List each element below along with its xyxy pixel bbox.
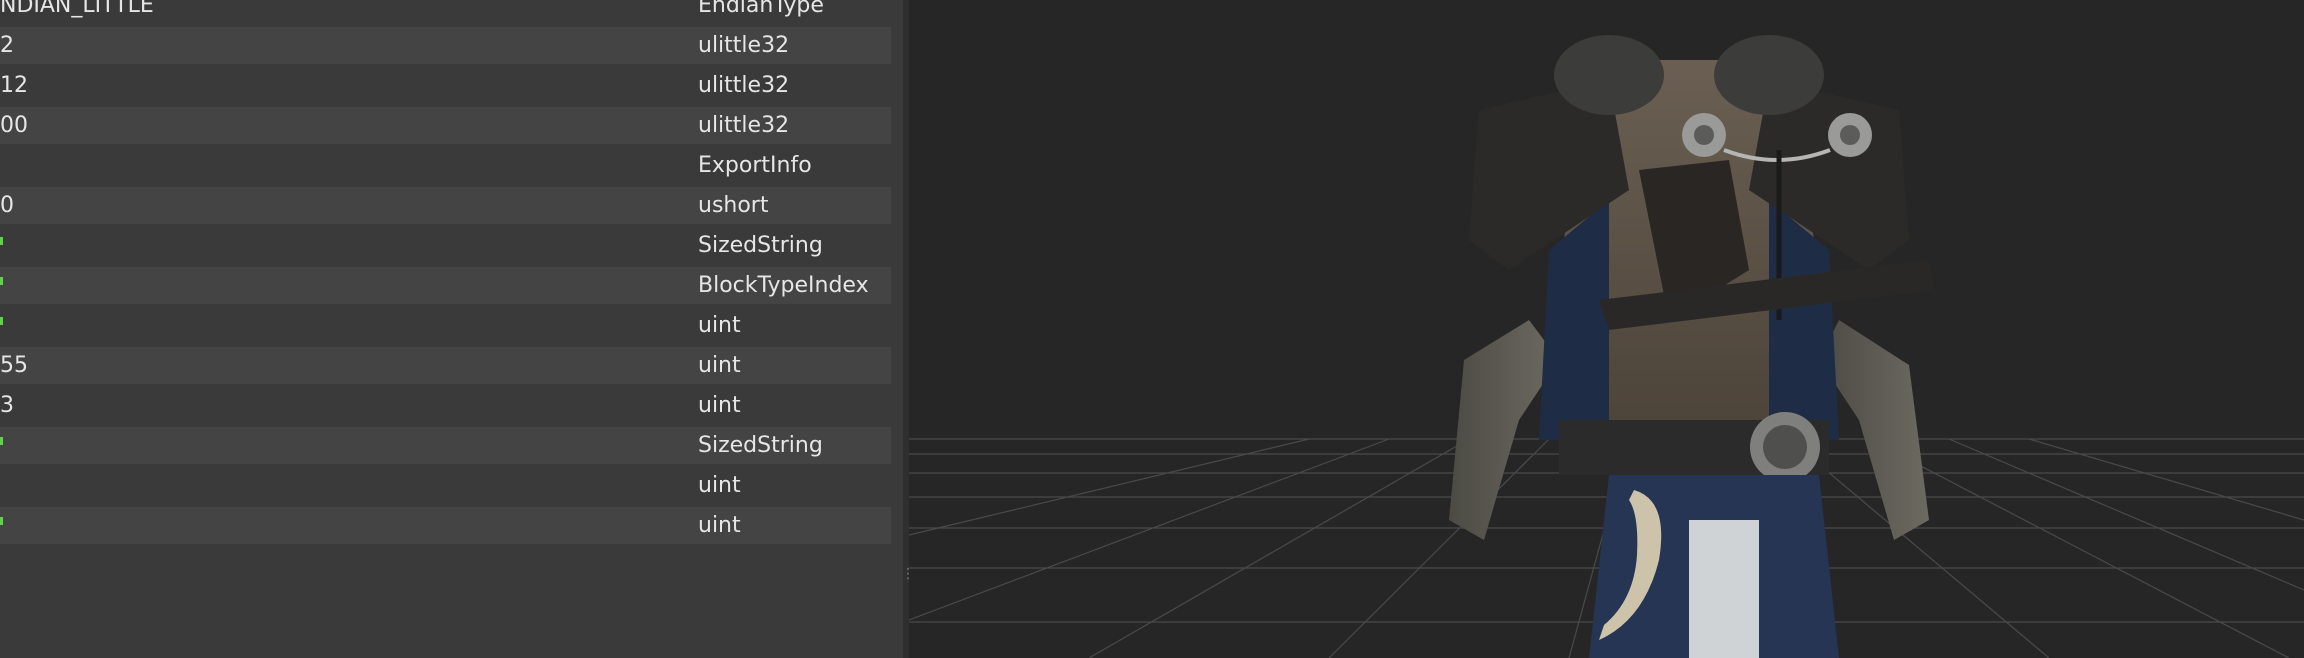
link-marker-icon	[0, 437, 3, 445]
block-details-tree: NDIAN_LITTLE EndianType 2 ulittle32 12 ulittl…	[0, 0, 903, 658]
row-type: SizedString	[698, 433, 823, 458]
tree-row[interactable]: 3 uint	[0, 387, 891, 424]
row-type: uint	[698, 313, 741, 338]
tree-row[interactable]: 0 ushort	[0, 187, 891, 224]
tree-row[interactable]: uint	[0, 307, 891, 344]
row-value: 0	[0, 193, 14, 218]
row-type: ushort	[698, 193, 769, 218]
tree-row[interactable]: 2 ulittle32	[0, 27, 891, 64]
row-type: uint	[698, 473, 741, 498]
tree-row[interactable]: 55 uint	[0, 347, 891, 384]
row-value: 55	[0, 353, 28, 378]
link-marker-icon	[0, 277, 3, 285]
row-value: 12	[0, 73, 28, 98]
row-type: uint	[698, 353, 741, 378]
row-type: ulittle32	[698, 33, 790, 58]
row-value: NDIAN_LITTLE	[0, 0, 154, 18]
row-type: BlockTypeIndex	[698, 273, 869, 298]
row-value: 3	[0, 393, 14, 418]
row-type: ExportInfo	[698, 153, 812, 178]
row-value: 2	[0, 33, 14, 58]
row-type: uint	[698, 513, 741, 538]
row-value: 00	[0, 113, 28, 138]
tree-row[interactable]: ExportInfo	[0, 147, 891, 184]
row-type: uint	[698, 393, 741, 418]
splitter-grip-icon[interactable]: ⋮	[901, 567, 915, 588]
tree-row[interactable]: SizedString	[0, 427, 891, 464]
row-type: SizedString	[698, 233, 823, 258]
tree-row[interactable]: SizedString	[0, 227, 891, 264]
tree-row[interactable]: 12 ulittle32	[0, 67, 891, 104]
tree-row[interactable]: uint	[0, 467, 891, 504]
link-marker-icon	[0, 237, 3, 245]
row-type: EndianType	[698, 0, 824, 18]
tree-row[interactable]: 00 ulittle32	[0, 107, 891, 144]
viewport-canvas[interactable]	[909, 0, 2304, 658]
link-marker-icon	[0, 517, 3, 525]
tree-row[interactable]: uint	[0, 507, 891, 544]
row-type: ulittle32	[698, 113, 790, 138]
armor-model	[1449, 35, 1934, 658]
tree-row[interactable]: BlockTypeIndex	[0, 267, 891, 304]
3d-viewport[interactable]	[909, 0, 2304, 658]
row-type: ulittle32	[698, 73, 790, 98]
link-marker-icon	[0, 317, 3, 325]
tree-row[interactable]: NDIAN_LITTLE EndianType	[0, 0, 891, 24]
